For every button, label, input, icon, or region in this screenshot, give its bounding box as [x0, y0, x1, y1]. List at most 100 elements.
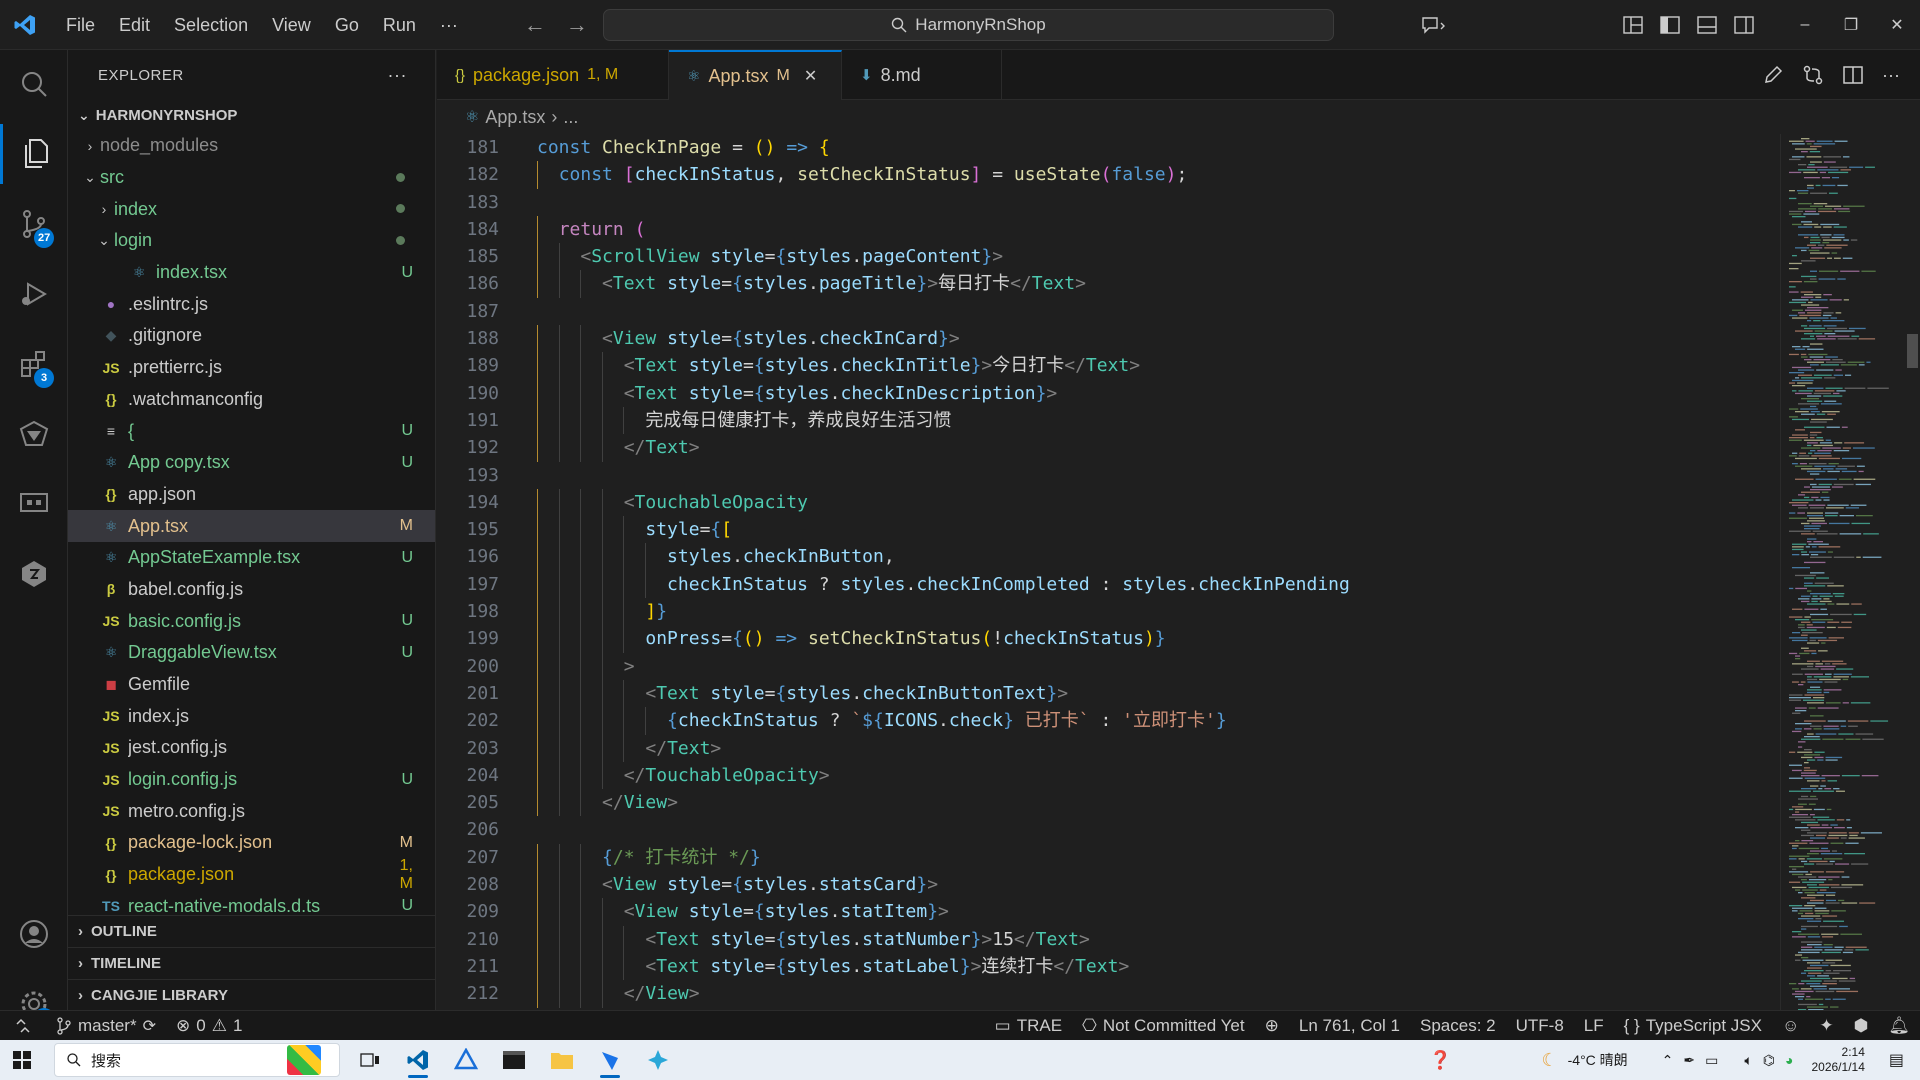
feishu-taskbar-icon[interactable] [586, 1040, 634, 1080]
forward-arrow-icon[interactable]: → [566, 12, 588, 38]
remote-indicator[interactable] [0, 1011, 46, 1041]
file-item[interactable]: JS metro.config.js [68, 795, 435, 827]
close-icon[interactable]: ✕ [804, 66, 817, 86]
menu-item[interactable]: Edit [107, 0, 162, 50]
file-item[interactable]: ◆ .gitignore [68, 320, 435, 352]
file-item[interactable]: JS jest.config.js [68, 732, 435, 764]
remote-explorer-icon[interactable] [0, 474, 68, 534]
file-item[interactable]: {} .watchmanconfig [68, 384, 435, 416]
problems-indicator[interactable]: ⊗ 0 ⚠ 1 [166, 1011, 252, 1041]
taskbar-search[interactable]: 搜索 [54, 1043, 340, 1077]
menu-item[interactable]: Selection [162, 0, 260, 50]
help-icon[interactable]: ❓ [1429, 1050, 1451, 1071]
section-timeline[interactable]: › TIMELINE [68, 947, 436, 979]
branch-indicator[interactable]: master* ⟳ [46, 1011, 166, 1041]
battery-icon[interactable]: ▭ [1705, 1052, 1718, 1069]
minimize-button[interactable]: – [1782, 16, 1828, 34]
folder-item[interactable]: ⌄ login [68, 225, 435, 257]
notification-center-icon[interactable]: ▤ [1889, 1050, 1904, 1070]
file-item[interactable]: JS basic.config.js U [68, 605, 435, 637]
clock[interactable]: 2:14 2026/1/14 [1811, 1045, 1864, 1075]
project-folder-header[interactable]: ⌄ HARMONYRNSHOP [68, 100, 435, 130]
windows-start-icon[interactable] [0, 1040, 44, 1080]
customize-layout-icon[interactable] [1614, 16, 1651, 34]
breadcrumb-file[interactable]: App.tsx [485, 107, 545, 128]
copilot-status-icon[interactable]: ☺ [1772, 1011, 1809, 1041]
breadcrumb-symbol[interactable]: ... [563, 107, 578, 128]
speaker-icon[interactable]: 🔈︎ [1744, 1052, 1752, 1069]
file-item[interactable]: JS login.config.js U [68, 764, 435, 796]
terminal-taskbar-icon[interactable] [490, 1040, 538, 1080]
indentation-status[interactable]: Spaces: 2 [1410, 1011, 1506, 1041]
menu-item[interactable]: File [54, 0, 107, 50]
file-item[interactable]: JS .prettierrc.js [68, 352, 435, 384]
file-item[interactable]: JS index.js [68, 700, 435, 732]
folder-item[interactable]: ⌄ src [68, 162, 435, 194]
vscode-logo-icon[interactable] [0, 0, 50, 50]
deveco-icon[interactable] [0, 544, 68, 604]
trae-status[interactable]: ▭ TRAE [985, 1011, 1072, 1041]
zoom-status[interactable]: ⊕ [1255, 1011, 1289, 1041]
section-cangjie-library[interactable]: › CANGJIE LIBRARY [68, 979, 436, 1011]
more-actions-icon[interactable]: ··· [388, 65, 407, 86]
trae-agent-status-icon[interactable]: ✦ [1809, 1011, 1843, 1041]
search-view-icon[interactable] [0, 54, 68, 114]
file-item[interactable]: ⚛ index.tsx U [68, 257, 435, 289]
sync-icon[interactable]: ⟳ [143, 1016, 156, 1036]
menu-item[interactable]: Go [323, 0, 371, 50]
deveco-status-icon[interactable]: ⬢ [1844, 1011, 1879, 1041]
editor-tab[interactable]: ⬇ 8.md [842, 50, 1002, 100]
menu-item[interactable]: ··· [428, 0, 470, 50]
menu-item[interactable]: Run [371, 0, 428, 50]
code-editor[interactable]: 181 const CheckInPage = () => {182 const … [437, 134, 1780, 1022]
file-item[interactable]: ⚛ App copy.tsx U [68, 447, 435, 479]
file-item[interactable]: ◼ Gemfile [68, 669, 435, 701]
vscode-taskbar-icon[interactable] [394, 1040, 442, 1080]
menu-item[interactable]: View [260, 0, 323, 50]
file-explorer-taskbar-icon[interactable] [538, 1040, 586, 1080]
pen-icon[interactable]: ✒ [1683, 1052, 1695, 1069]
editor-tab[interactable]: ⚛ App.tsx M ✕ [669, 50, 842, 100]
file-item[interactable]: ⚛ App.tsx M [68, 510, 435, 542]
wechat-icon[interactable]: ◕ [1785, 1052, 1793, 1068]
back-arrow-icon[interactable]: ← [524, 12, 546, 38]
editor-tab[interactable]: {} package.json 1, M [437, 50, 669, 100]
scrollbar-thumb[interactable] [1907, 334, 1918, 368]
extensions-icon[interactable]: 3 [0, 334, 68, 394]
toggle-secondary-sidebar-icon[interactable] [1725, 16, 1762, 34]
run-debug-icon[interactable] [0, 264, 68, 324]
trae-taskbar-icon[interactable] [634, 1040, 682, 1080]
git-blame-status[interactable]: ⎔ Not Committed Yet [1072, 1011, 1255, 1041]
compare-changes-icon[interactable] [1802, 64, 1824, 86]
minimap[interactable] [1780, 134, 1905, 1022]
copilot-chat-icon[interactable] [1404, 15, 1464, 35]
notifications-bell-icon[interactable]: 🔔︎ [1878, 1011, 1920, 1041]
language-mode[interactable]: { } TypeScript JSX [1614, 1011, 1772, 1041]
editor-scrollbar[interactable] [1905, 134, 1920, 1022]
file-item[interactable]: β babel.config.js [68, 574, 435, 606]
tray-chevron-icon[interactable]: ⌃ [1662, 1052, 1674, 1069]
command-center-search[interactable]: HarmonyRnShop [603, 9, 1334, 41]
file-item[interactable]: ⚛ DraggableView.tsx U [68, 637, 435, 669]
edit-pencil-icon[interactable] [1762, 64, 1784, 86]
file-item[interactable]: ● .eslintrc.js [68, 288, 435, 320]
file-item[interactable]: ⚛ AppStateExample.tsx U [68, 542, 435, 574]
split-editor-icon[interactable] [1842, 64, 1864, 86]
more-actions-icon[interactable]: ··· [1882, 65, 1900, 86]
accounts-icon[interactable] [0, 904, 68, 964]
deveco-taskbar-icon[interactable] [442, 1040, 490, 1080]
encoding-status[interactable]: UTF-8 [1506, 1011, 1574, 1041]
explorer-icon[interactable] [0, 124, 68, 184]
section-outline[interactable]: › OUTLINE [68, 915, 436, 947]
file-item[interactable]: {} package-lock.json M [68, 827, 435, 859]
trae-agent-icon[interactable] [0, 404, 68, 464]
weather-text[interactable]: -4°C 晴朗 [1568, 1050, 1628, 1070]
toggle-panel-icon[interactable] [1688, 16, 1725, 34]
network-icon[interactable]: ⌬ [1763, 1052, 1775, 1069]
file-item[interactable]: {} app.json [68, 479, 435, 511]
toggle-primary-sidebar-icon[interactable] [1651, 16, 1688, 34]
close-button[interactable]: ✕ [1874, 15, 1920, 35]
file-item[interactable]: ≡ {U [68, 415, 435, 447]
folder-item[interactable]: › node_modules [68, 130, 435, 162]
source-control-icon[interactable]: 27 [0, 194, 68, 254]
